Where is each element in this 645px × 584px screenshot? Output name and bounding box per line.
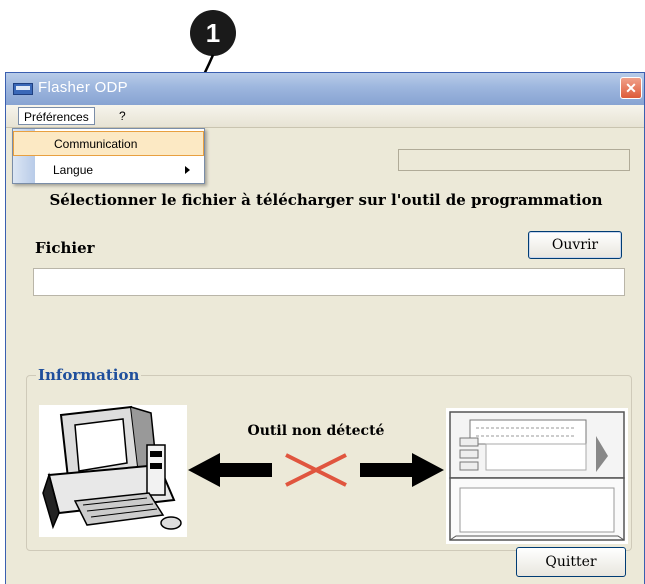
window-title: Flasher ODP [38,79,128,96]
tool-status-text: Outil non détecté [247,423,385,439]
close-button[interactable]: ✕ [620,77,642,99]
port-status-field [398,149,630,171]
menu-help[interactable]: ? [114,107,131,125]
link-arrows-icon [188,453,444,487]
menu-bar: Préférences ? [6,105,644,128]
information-title: Information [36,366,142,384]
app-icon [13,83,33,95]
instruction-text: Sélectionner le fichier à télécharger su… [49,191,603,209]
submenu-arrow-icon [185,166,190,174]
menu-item-communication[interactable]: Communication [13,131,204,156]
file-label: Fichier [35,239,95,257]
preferences-dropdown-menu: Communication Langue [12,128,205,184]
file-path-input[interactable] [33,268,625,296]
computer-icon [39,405,187,537]
title-bar[interactable]: Flasher ODP ✕ [6,73,644,105]
menu-item-communication-label: Communication [54,137,138,151]
menu-preferences[interactable]: Préférences [18,107,95,125]
menu-item-language-label: Langue [53,163,94,177]
quit-button[interactable]: Quitter [516,547,626,577]
open-button[interactable]: Ouvrir [528,231,622,259]
menu-item-language[interactable]: Langue [13,158,204,183]
programming-tool-icon [446,408,628,544]
